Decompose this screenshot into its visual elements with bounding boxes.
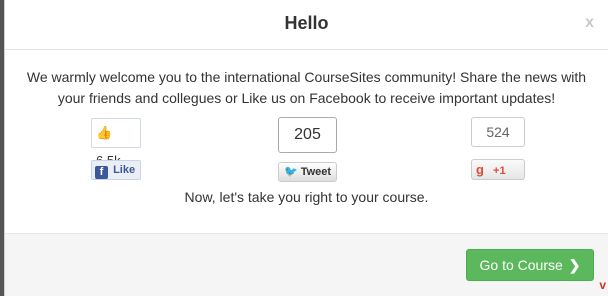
facebook-icon: f — [95, 166, 108, 179]
chevron-right-icon: ❯ — [568, 257, 581, 273]
corner-arrow-icon: v — [599, 278, 606, 292]
modal-footer: Go to Course ❯ v — [5, 233, 608, 296]
google-plus-count-box: 524 — [471, 117, 525, 147]
welcome-line-1: We warmly welcome you to the internation… — [26, 69, 587, 85]
plus-one-label: +1 — [493, 165, 506, 177]
thumbs-up-icon: 👍 — [96, 125, 113, 140]
facebook-like-count: 👍 6.5k — [91, 118, 141, 168]
google-g-icon: g — [476, 162, 484, 177]
twitter-count-box: 205 — [278, 117, 337, 153]
welcome-text: We warmly welcome you to the internation… — [5, 67, 608, 109]
go-to-course-button[interactable]: Go to Course ❯ — [466, 249, 594, 281]
twitter-bird-icon: 🐦 — [283, 166, 298, 178]
facebook-like-button[interactable]: f Like — [91, 160, 141, 180]
modal-header: Hello x — [5, 0, 608, 50]
close-button[interactable]: x — [585, 14, 594, 32]
welcome-modal: Hello x We warmly welcome you to the int… — [4, 0, 608, 296]
tweet-button[interactable]: 🐦 Tweet — [278, 162, 337, 182]
go-to-course-label: Go to Course — [479, 257, 563, 273]
tweet-label: Tweet — [300, 166, 332, 178]
take-to-course-text: Now, let's take you right to your course… — [184, 189, 429, 205]
facebook-like-label: Like — [113, 164, 136, 176]
welcome-line-2: your friends and collegues or Like us on… — [57, 90, 556, 106]
modal-title: Hello — [284, 13, 329, 33]
google-plus-one-button[interactable]: g +1 — [471, 159, 525, 180]
